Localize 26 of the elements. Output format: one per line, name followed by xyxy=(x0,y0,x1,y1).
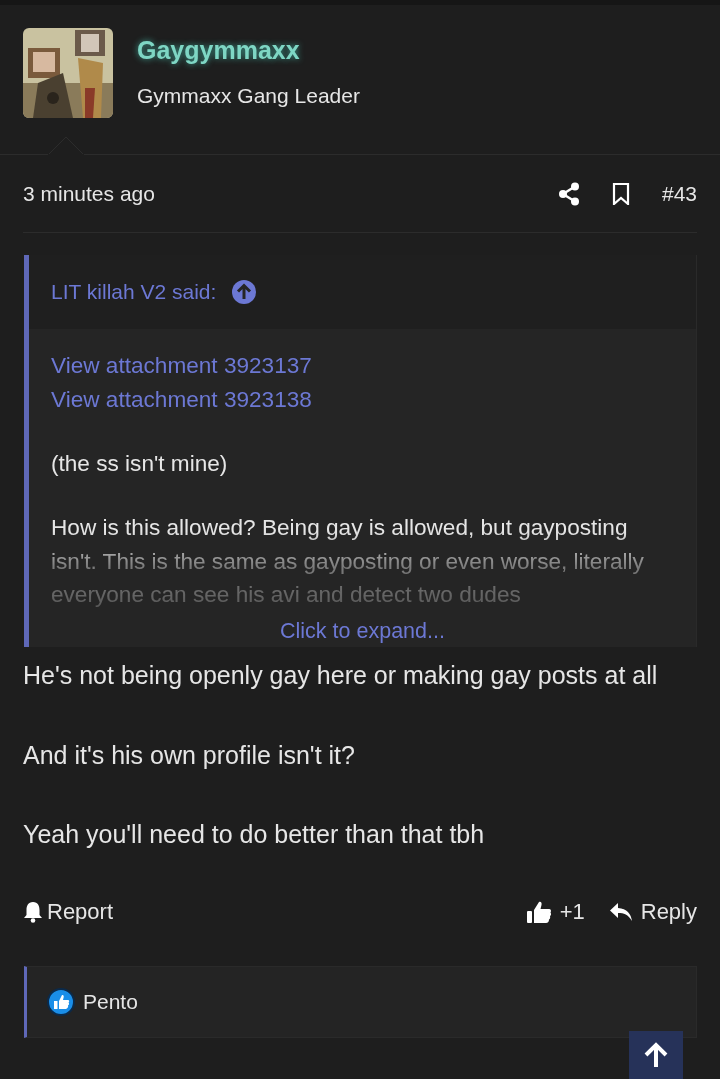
reply-icon xyxy=(608,901,633,922)
quote-text: (the ss isn't mine) xyxy=(51,449,229,478)
post-time[interactable]: 3 minutes ago xyxy=(23,177,155,210)
thumbs-up-icon xyxy=(525,899,552,924)
scroll-to-top-button[interactable] xyxy=(629,1031,683,1079)
reply-link[interactable]: Reply xyxy=(608,895,697,928)
like-reaction-icon xyxy=(47,987,75,1016)
arrow-up-icon[interactable] xyxy=(232,280,257,304)
attachment-link[interactable]: View attachment 3923138 xyxy=(51,382,674,417)
expand-link[interactable]: Click to expand... xyxy=(280,619,445,644)
post-text: And it's his own profile isn't it? xyxy=(23,739,356,771)
username-link[interactable]: Gaygymmaxx xyxy=(137,32,360,70)
attachment-link[interactable]: View attachment 3923137 xyxy=(51,349,674,383)
like-link[interactable]: +1 xyxy=(525,895,585,928)
bell-icon xyxy=(23,900,43,923)
post-text: He's not being openly gay here or making gay posts at all xyxy=(23,660,659,691)
user-title: Gymmaxx Gang Leader xyxy=(137,82,360,109)
reaction-user-link[interactable]: Pento xyxy=(83,985,138,1018)
post-text: Yeah you'll need to do better than that tbh xyxy=(23,819,486,850)
report-link[interactable]: Report xyxy=(23,895,114,928)
bookmark-icon[interactable] xyxy=(611,182,630,205)
share-icon[interactable] xyxy=(557,181,580,206)
post-number-link[interactable]: #43 xyxy=(661,177,697,210)
quote-text: How is this allowed? Being gay is allowed, but gayposting isn't. This is the same as gayposting or even worse, literally everyone can see his avi and detect two dudes xyxy=(51,513,645,610)
arrow-up-icon xyxy=(644,1042,668,1068)
quote-author-link[interactable]: LIT killah V2 said: xyxy=(51,276,217,308)
